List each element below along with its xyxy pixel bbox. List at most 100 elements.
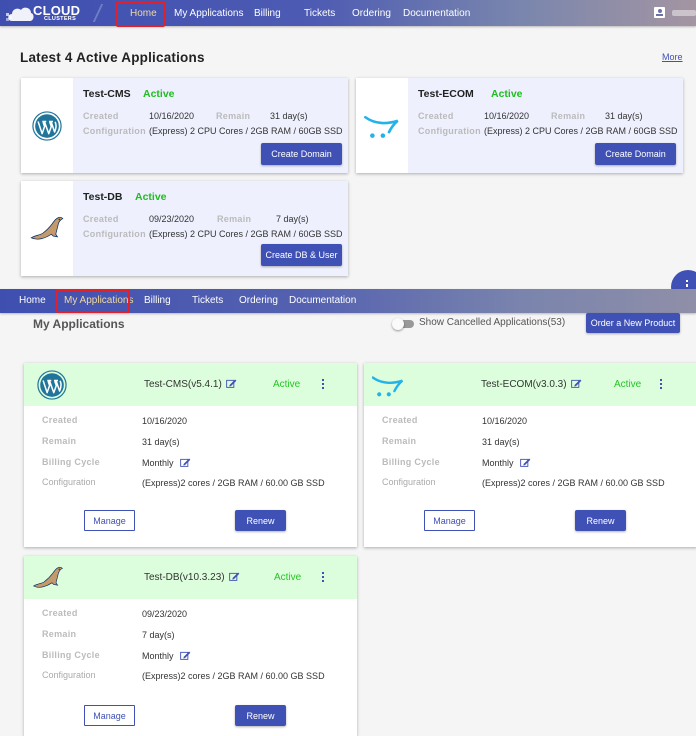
secondary-navbar: Home My Applications Billing Tickets Ord… [0, 289, 696, 313]
billing-cycle-label: Billing Cycle [42, 457, 100, 467]
status-badge: Active [274, 572, 302, 583]
billing-cycle-value: Monthly [142, 651, 191, 661]
manage-button[interactable]: Manage [84, 510, 135, 531]
remain-value: 31 day(s) [142, 437, 180, 447]
edit-icon[interactable] [520, 458, 531, 467]
nav-tickets[interactable]: Tickets [304, 8, 335, 19]
billing-cycle-label: Billing Cycle [42, 650, 100, 660]
billing-cycle-value: Monthly [482, 458, 531, 468]
remain-label: Remain [42, 436, 77, 446]
status-badge: Active [143, 88, 175, 100]
create-db-user-button[interactable]: Create DB & User [261, 244, 342, 266]
mariadb-icon [29, 215, 65, 243]
logo-subtext: CLUSTERS [44, 16, 77, 22]
toggle-label: Show Cancelled Applications(53) [419, 317, 566, 328]
created-value: 09/23/2020 [149, 214, 195, 224]
billing-cycle-label: Billing Cycle [382, 457, 440, 467]
create-domain-button[interactable]: Create Domain [595, 143, 676, 165]
app-title-text: Test-ECOM(v3.0.3) [481, 379, 567, 390]
status-badge: Active [614, 379, 642, 390]
edit-icon[interactable] [180, 458, 191, 467]
configuration-label: Configuration [83, 126, 146, 136]
info-icon [686, 280, 688, 287]
nav-billing[interactable]: Billing [254, 8, 281, 19]
created-value: 09/23/2020 [142, 609, 188, 619]
more-link[interactable]: More [662, 52, 683, 62]
created-label: Created [382, 415, 418, 425]
created-label: Created [83, 111, 119, 121]
application-card: Test-CMS(v5.4.1) Active Created 10/16/20… [24, 363, 357, 547]
section-title: Latest 4 Active Applications [20, 50, 205, 65]
latest-app-card: Test-CMS Active Created 10/16/2020 Remai… [21, 78, 348, 173]
nav-documentation[interactable]: Documentation [289, 295, 356, 306]
remain-label: Remain [42, 629, 77, 639]
app-name[interactable]: Test-ECOM [418, 88, 474, 100]
nav-documentation[interactable]: Documentation [403, 8, 470, 19]
divider [92, 4, 104, 22]
toggle-thumb [392, 318, 404, 330]
billing-cycle-value: Monthly [142, 458, 191, 468]
more-options-icon[interactable] [321, 571, 325, 583]
nav-my-applications[interactable]: My Applications [174, 8, 243, 19]
opencart-icon [372, 372, 404, 399]
user-account-icon[interactable] [654, 7, 665, 18]
show-cancelled-toggle[interactable] [392, 318, 414, 330]
renew-button[interactable]: Renew [575, 510, 626, 531]
configuration-label: Configuration [42, 477, 96, 487]
billing-cycle-text: Monthly [142, 458, 174, 468]
latest-app-card: Test-DB Active Created 09/23/2020 Remain… [21, 181, 348, 276]
card-header: Test-CMS(v5.4.1) Active [24, 363, 357, 406]
status-badge: Active [491, 88, 523, 100]
remain-value: 31 day(s) [270, 111, 308, 121]
nav-tickets[interactable]: Tickets [192, 295, 223, 306]
app-logo [372, 369, 404, 401]
configuration-label: Configuration [418, 126, 481, 136]
create-domain-button[interactable]: Create Domain [261, 143, 342, 165]
remain-label: Remain [216, 111, 251, 121]
renew-button[interactable]: Renew [235, 510, 286, 531]
remain-value: 7 day(s) [142, 630, 175, 640]
edit-icon[interactable] [226, 379, 237, 388]
app-title-text: Test-CMS(v5.4.1) [144, 379, 222, 390]
created-label: Created [418, 111, 454, 121]
latest-app-card: Test-ECOM Active Created 10/16/2020 Rema… [356, 78, 683, 173]
app-name[interactable]: Test-DB [83, 191, 122, 203]
app-title[interactable]: Test-CMS(v5.4.1) [144, 379, 237, 390]
page-title: My Applications [33, 317, 125, 331]
nav-billing[interactable]: Billing [144, 295, 171, 306]
application-card: Test-ECOM(v3.0.3) Active Created 10/16/2… [364, 363, 696, 547]
renew-button[interactable]: Renew [235, 705, 286, 726]
edit-icon[interactable] [180, 651, 191, 660]
app-title[interactable]: Test-ECOM(v3.0.3) [481, 379, 582, 390]
app-logo [36, 369, 68, 401]
configuration-value: (Express)2 cores / 2GB RAM / 60.00 GB SS… [142, 478, 325, 488]
user-name-redacted[interactable] [672, 10, 696, 16]
app-title-text: Test-DB(v10.3.23) [144, 572, 225, 583]
app-name[interactable]: Test-CMS [83, 88, 131, 100]
app-title[interactable]: Test-DB(v10.3.23) [144, 572, 240, 583]
created-label: Created [42, 415, 78, 425]
nav-home[interactable]: Home [19, 295, 46, 306]
cloud-clusters-logo[interactable]: CLOUD CLUSTERS [0, 2, 80, 24]
manage-button[interactable]: Manage [84, 705, 135, 726]
order-new-product-button[interactable]: Order a New Product [586, 313, 680, 333]
remain-value: 31 day(s) [482, 437, 520, 447]
cloud-logo-icon [6, 7, 34, 21]
nav-ordering[interactable]: Ordering [239, 295, 278, 306]
highlight-box [116, 1, 165, 27]
mariadb-icon [32, 564, 64, 592]
more-options-icon[interactable] [321, 378, 325, 390]
configuration-label: Configuration [42, 670, 96, 680]
created-label: Created [83, 214, 119, 224]
edit-icon[interactable] [571, 379, 582, 388]
wordpress-icon [32, 111, 62, 141]
manage-button[interactable]: Manage [424, 510, 475, 531]
configuration-value: (Express) 2 CPU Cores / 2GB RAM / 60GB S… [484, 126, 678, 136]
remain-label: Remain [217, 214, 252, 224]
more-options-icon[interactable] [659, 378, 663, 390]
app-logo-pane [21, 181, 73, 276]
top-navbar: CLOUD CLUSTERS Home My Applications Bill… [0, 0, 696, 27]
nav-ordering[interactable]: Ordering [352, 8, 391, 19]
edit-icon[interactable] [229, 572, 240, 581]
created-value: 10/16/2020 [142, 416, 188, 426]
